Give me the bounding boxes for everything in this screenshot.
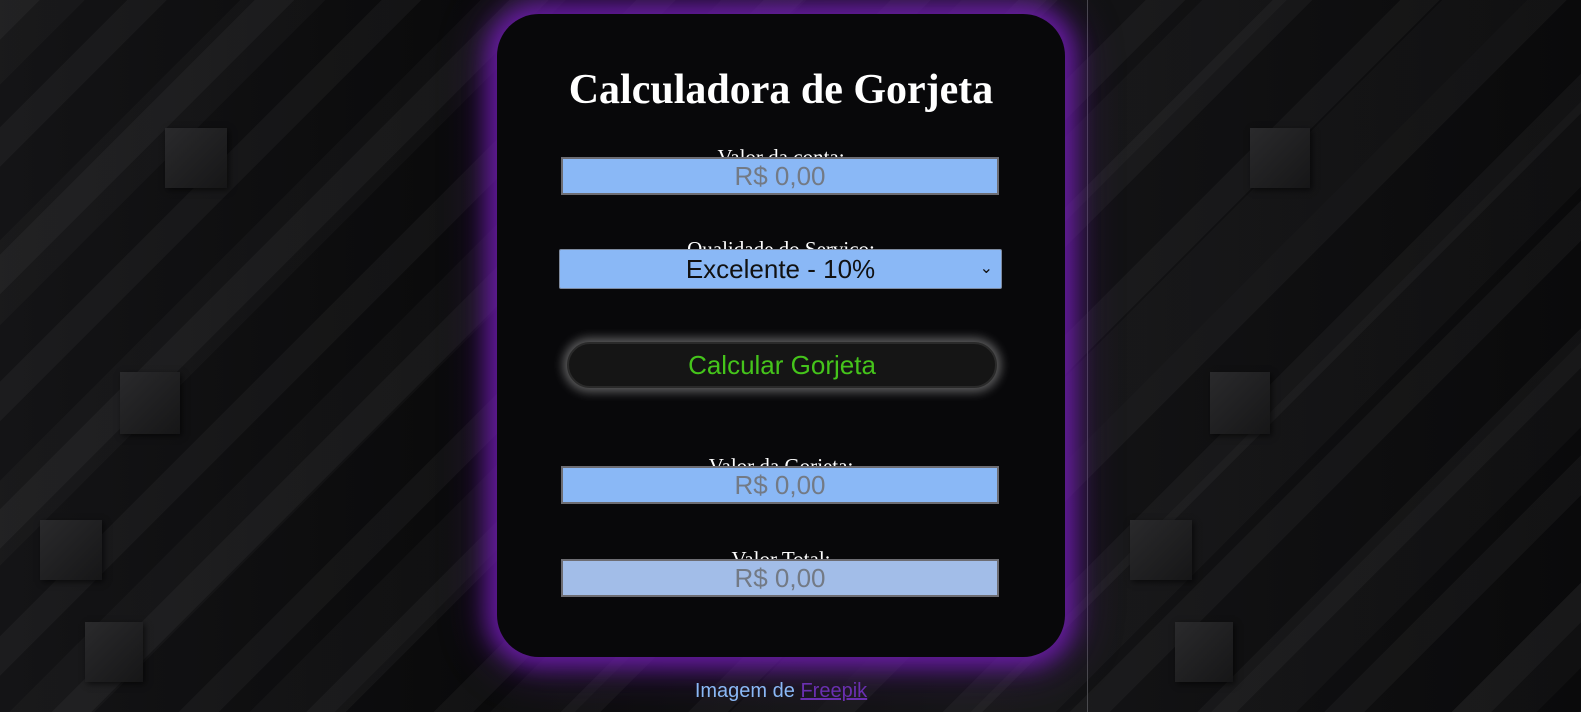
background-cube xyxy=(1250,128,1310,188)
background-cube xyxy=(165,128,227,188)
background-cube xyxy=(85,622,143,682)
tip-amount-input[interactable] xyxy=(561,466,999,504)
chevron-down-icon: ⌄ xyxy=(979,260,993,277)
background-cube xyxy=(1175,622,1233,682)
service-quality-select[interactable]: Excelente - 10% ⌄ xyxy=(559,249,1002,289)
background-cube xyxy=(120,372,180,434)
freepik-link[interactable]: Freepik xyxy=(800,680,867,702)
background-cube xyxy=(1210,372,1270,434)
service-quality-value: Excelente - 10% xyxy=(685,254,876,284)
background-cube xyxy=(1130,520,1192,580)
background-cube xyxy=(40,520,102,580)
calculate-tip-button[interactable]: Calcular Gorjeta xyxy=(567,342,997,388)
page-title: Calculadora de Gorjeta xyxy=(568,67,994,113)
image-credit: Imagem de Freepik xyxy=(0,678,1562,704)
image-credit-text: Imagem de xyxy=(694,680,795,702)
background-seam xyxy=(1087,0,1088,712)
bill-amount-input[interactable] xyxy=(561,157,999,195)
total-amount-input xyxy=(561,559,999,597)
calculator-card: Calculadora de Gorjeta Valor da conta: Q… xyxy=(497,14,1065,657)
